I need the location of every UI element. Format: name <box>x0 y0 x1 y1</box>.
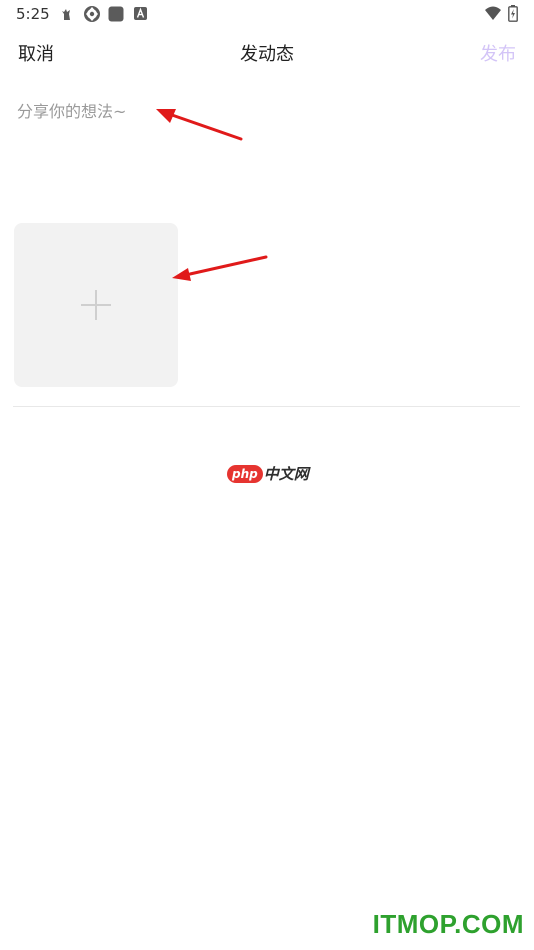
php-cn-logo: php 中文网 <box>227 463 309 485</box>
watermark: ITMOP.COM <box>372 909 524 939</box>
battery-icon <box>508 5 518 22</box>
square-app-icon <box>108 6 124 22</box>
status-time: 5:25 <box>16 5 50 23</box>
logo-badge: php <box>227 464 263 483</box>
post-content-input[interactable] <box>8 90 534 216</box>
cancel-button[interactable]: 取消 <box>18 40 54 66</box>
wifi-icon <box>485 6 501 20</box>
status-bar: 5:25 <box>0 0 534 28</box>
a-badge-icon <box>134 7 147 20</box>
annotation-arrow-image <box>188 255 268 276</box>
add-image-button[interactable] <box>14 223 178 387</box>
logo-text: 中文网 <box>263 465 309 483</box>
top-nav-bar: 取消 发动态 发布 <box>0 28 534 76</box>
bug-icon <box>62 9 70 20</box>
page-title: 发动态 <box>240 44 294 65</box>
publish-button[interactable]: 发布 <box>480 40 516 66</box>
sync-icon <box>84 6 100 22</box>
divider <box>13 406 520 407</box>
